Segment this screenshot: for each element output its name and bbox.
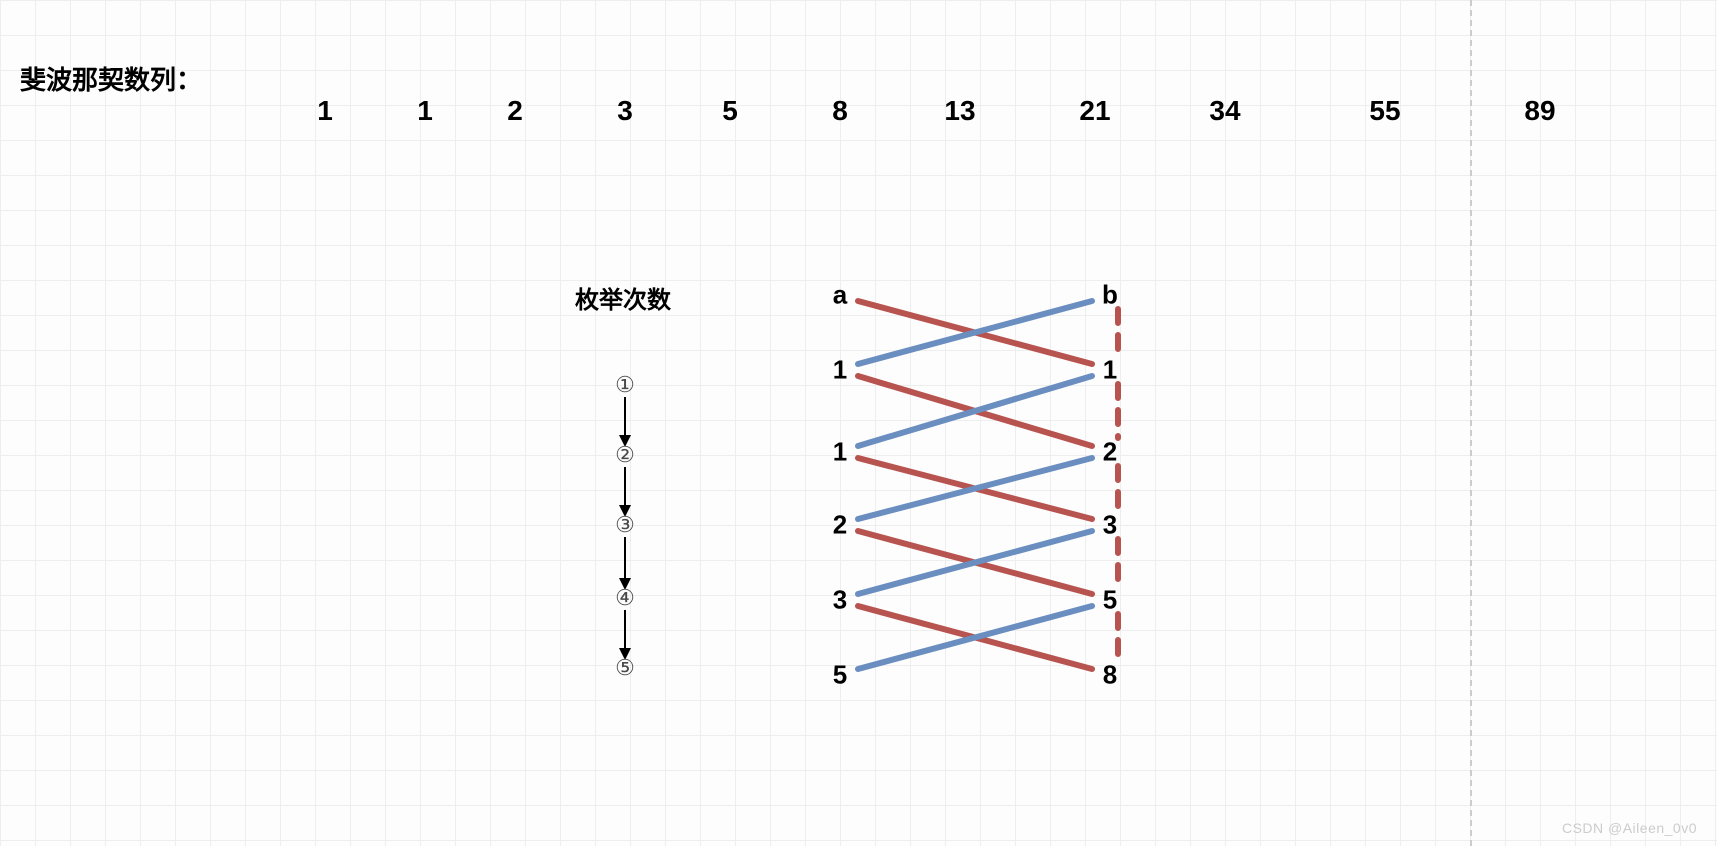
col-b-value: 3 xyxy=(1103,510,1117,541)
fib-number: 89 xyxy=(1524,95,1555,127)
fib-number: 34 xyxy=(1209,95,1240,127)
watermark: CSDN @Aileen_0v0 xyxy=(1562,820,1697,836)
fib-number: 55 xyxy=(1369,95,1400,127)
fib-number: 8 xyxy=(832,95,848,127)
col-b-value: 5 xyxy=(1103,585,1117,616)
column-a-header: a xyxy=(833,280,847,311)
col-b-value: 2 xyxy=(1103,437,1117,468)
iteration-step: ④ xyxy=(615,585,635,611)
col-a-value: 2 xyxy=(833,510,847,541)
page-title: 斐波那契数列： xyxy=(20,60,202,97)
col-a-value: 5 xyxy=(833,660,847,691)
fib-number: 3 xyxy=(617,95,633,127)
col-b-value: 1 xyxy=(1103,355,1117,386)
fib-number: 13 xyxy=(944,95,975,127)
iteration-step: ② xyxy=(615,442,635,468)
fib-number: 1 xyxy=(317,95,333,127)
fib-number: 21 xyxy=(1079,95,1110,127)
subheader-enum: 枚举次数 xyxy=(575,280,671,315)
col-a-value: 1 xyxy=(833,355,847,386)
column-b-header: b xyxy=(1102,280,1118,311)
grid-background xyxy=(0,0,1717,846)
fib-number: 2 xyxy=(507,95,523,127)
fib-number: 1 xyxy=(417,95,433,127)
dashed-divider xyxy=(1470,0,1472,846)
col-b-value: 8 xyxy=(1103,660,1117,691)
iteration-step: ③ xyxy=(615,512,635,538)
fib-number: 5 xyxy=(722,95,738,127)
col-a-value: 3 xyxy=(833,585,847,616)
iteration-step: ① xyxy=(615,372,635,398)
col-a-value: 1 xyxy=(833,437,847,468)
iteration-step: ⑤ xyxy=(615,655,635,681)
